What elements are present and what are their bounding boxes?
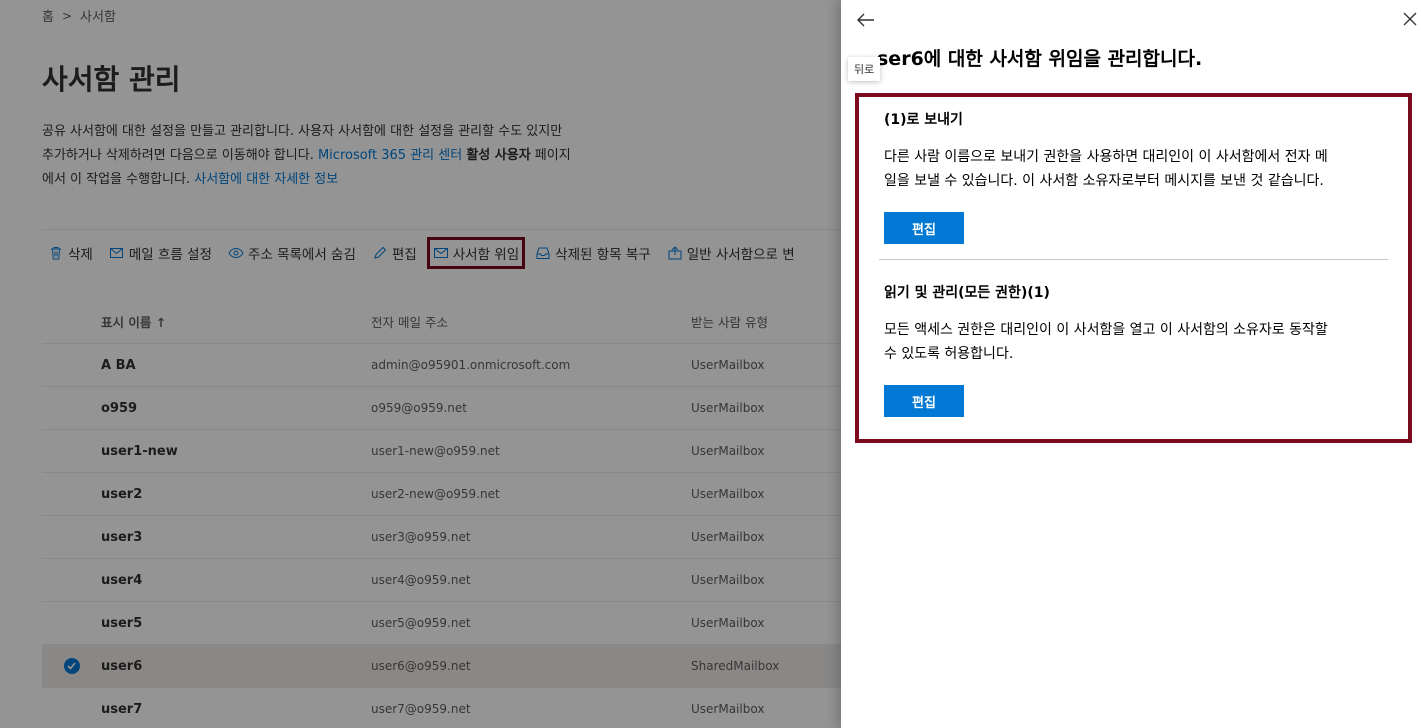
- mailbox-management-page: 홈 > 사서함 사서함 관리 공유 사서함에 대한 설정을 만들고 관리합니다.…: [0, 0, 841, 728]
- send-as-title: (1)로 보내기: [884, 112, 963, 128]
- send-as-description: 다른 사람 이름으로 보내기 권한을 사용하면 대리인이 이 사서함에서 전자 …: [884, 145, 1389, 193]
- full-access-edit-button[interactable]: 편집: [884, 385, 964, 417]
- back-tooltip: 뒤로: [848, 57, 881, 81]
- full-access-section: 읽기 및 관리(모든 권한)(1) 모든 액세스 권한은 대리인이 이 사서함을…: [884, 282, 1389, 417]
- full-access-title: 읽기 및 관리(모든 권한)(1): [884, 285, 1050, 301]
- close-button[interactable]: [1401, 10, 1419, 28]
- full-access-desc-line-2: 수 있도록 허용합니다.: [884, 346, 1014, 362]
- panel-title: ser6에 대한 사서함 위임을 관리합니다.: [877, 48, 1203, 70]
- full-access-description: 모든 액세스 권한은 대리인이 이 사서함을 열고 이 사서함의 소유자로 동작…: [884, 318, 1389, 366]
- send-as-desc-line-1: 다른 사람 이름으로 보내기 권한을 사용하면 대리인이 이 사서함에서 전자 …: [884, 149, 1328, 165]
- close-icon: [1403, 12, 1417, 26]
- send-as-section: (1)로 보내기 다른 사람 이름으로 보내기 권한을 사용하면 대리인이 이 …: [884, 109, 1389, 244]
- full-access-desc-line-1: 모든 액세스 권한은 대리인이 이 사서함을 열고 이 사서함의 소유자로 동작…: [884, 322, 1328, 338]
- delegation-permissions-box: (1)로 보내기 다른 사람 이름으로 보내기 권한을 사용하면 대리인이 이 …: [855, 93, 1412, 443]
- modal-overlay[interactable]: [0, 0, 841, 728]
- back-button[interactable]: [855, 9, 877, 31]
- send-as-desc-line-2: 일을 보낼 수 있습니다. 이 사서함 소유자로부터 메시지를 보낸 것 같습니…: [884, 173, 1324, 189]
- section-divider: [879, 259, 1388, 260]
- back-arrow-icon: [857, 13, 874, 27]
- send-as-edit-button[interactable]: 편집: [884, 212, 964, 244]
- delegation-panel: 뒤로 ser6에 대한 사서함 위임을 관리합니다. (1)로 보내기 다른 사…: [841, 0, 1421, 728]
